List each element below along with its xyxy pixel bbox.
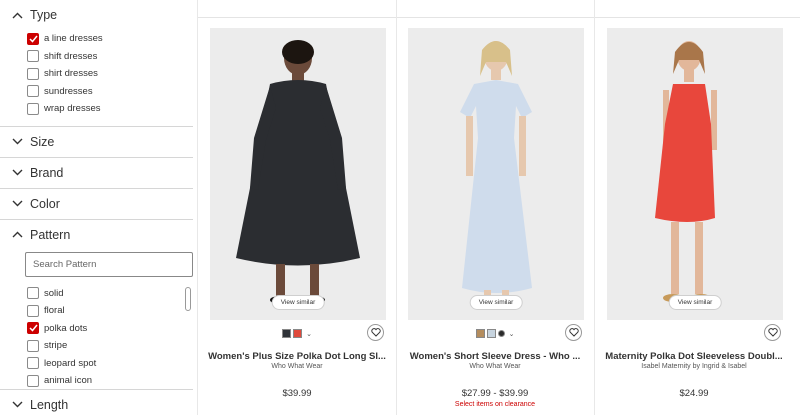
product-card[interactable]: View similar ⌄ Women's Short Sleeve Dres… (396, 18, 594, 415)
chevron-up-icon (10, 8, 24, 22)
option-label: shirt dresses (44, 68, 98, 80)
heart-icon[interactable] (565, 324, 582, 341)
checkmark-icon (28, 35, 38, 43)
filter-option-sundresses[interactable]: sundresses (0, 83, 193, 101)
checkbox-checked[interactable] (27, 32, 39, 45)
checkbox[interactable] (27, 67, 39, 80)
filter-option-solid[interactable]: solid (0, 285, 193, 303)
filter-header-color[interactable]: Color (0, 189, 193, 219)
chevron-down-icon (10, 135, 24, 149)
product-card[interactable]: View similar Maternity Polka Dot Sleevel… (595, 18, 793, 415)
checkbox-checked[interactable] (27, 322, 39, 335)
swatch-leopard[interactable] (475, 329, 485, 338)
chevron-up-icon (10, 228, 24, 242)
checkbox[interactable] (27, 304, 39, 317)
filter-title: Color (30, 196, 60, 211)
model-figure (460, 41, 532, 304)
product-title[interactable]: Women's Short Sleeve Dress - Who ... (404, 351, 586, 362)
filter-title: Type (30, 8, 58, 22)
filter-title: Size (30, 134, 55, 149)
option-label: solid (44, 287, 64, 299)
filter-option-shirt-dresses[interactable]: shirt dresses (0, 65, 193, 83)
product-brand: Who What Wear (469, 363, 521, 370)
filter-section-pattern: Pattern solid floral polka dots stripe (0, 220, 193, 390)
filter-option-animal-icon[interactable]: animal icon (0, 372, 193, 389)
checkbox[interactable] (27, 85, 39, 98)
filter-section-type: Type a line dresses shift dresses shirt … (0, 0, 193, 127)
filter-section-color: Color (0, 189, 193, 220)
chevron-down-icon (10, 197, 24, 211)
filter-option-polka-dots[interactable]: polka dots (0, 320, 193, 338)
filter-option-a-line-dresses[interactable]: a line dresses (0, 30, 193, 48)
checkbox[interactable] (27, 357, 39, 370)
product-price: $27.99 - $39.99 (461, 388, 529, 399)
swatch-blue[interactable] (486, 329, 496, 338)
filter-header-pattern[interactable]: Pattern (0, 220, 193, 250)
product-image[interactable]: View similar (210, 28, 386, 320)
product-title[interactable]: Maternity Polka Dot Sleeveless Doubl... (603, 351, 785, 362)
view-similar-button[interactable]: View similar (271, 295, 325, 310)
product-brand: Who What Wear (271, 363, 323, 370)
heart-icon[interactable] (367, 324, 384, 341)
checkbox[interactable] (27, 339, 39, 352)
option-label: stripe (44, 340, 68, 352)
product-title[interactable]: Women's Plus Size Polka Dot Long Sl... (206, 351, 388, 362)
option-label: animal icon (44, 375, 93, 387)
option-label: a line dresses (44, 33, 103, 45)
option-label: wrap dresses (44, 103, 101, 115)
filter-title: Brand (30, 165, 64, 180)
view-similar-button[interactable]: View similar (469, 295, 523, 310)
product-brand: Isabel Maternity by Ingrid & Isabel (641, 363, 747, 370)
checkbox[interactable] (27, 374, 39, 387)
option-label: floral (44, 305, 65, 317)
filter-sidebar: Type a line dresses shift dresses shirt … (0, 0, 193, 415)
option-label: shift dresses (44, 50, 98, 62)
chevron-down-icon[interactable]: ⌄ (306, 330, 312, 338)
swatch-red[interactable] (293, 329, 303, 338)
chevron-down-icon (10, 398, 24, 412)
clearance-label: Select items on clearance (454, 401, 536, 408)
checkbox[interactable] (27, 287, 39, 300)
option-label: polka dots (44, 322, 88, 334)
view-similar-button[interactable]: View similar (668, 295, 722, 310)
chevron-down-icon[interactable]: ⌄ (509, 330, 515, 338)
model-figure (655, 41, 717, 302)
checkmark-icon (28, 324, 38, 332)
product-image[interactable]: View similar (607, 28, 783, 320)
product-price: $24.99 (679, 388, 709, 399)
checkbox[interactable] (27, 102, 39, 115)
filter-header-length[interactable]: Length (0, 390, 193, 415)
checkbox[interactable] (27, 50, 39, 63)
type-options: a line dresses shift dresses shirt dress… (0, 30, 193, 126)
pattern-search-input[interactable] (25, 251, 193, 277)
chevron-down-icon (10, 166, 24, 180)
product-card[interactable]: View similar ⌄ Women's Plus Size Polka D… (198, 18, 396, 415)
filter-option-stripe[interactable]: stripe (0, 337, 193, 355)
filter-option-leopard-spot[interactable]: leopard spot (0, 355, 193, 373)
filter-header-brand[interactable]: Brand (0, 158, 193, 188)
filter-header-size[interactable]: Size (0, 127, 193, 157)
product-price: $39.99 (282, 388, 312, 399)
heart-icon[interactable] (764, 324, 781, 341)
filter-option-floral[interactable]: floral (0, 302, 193, 320)
scrollbar-thumb[interactable] (185, 286, 191, 311)
product-image[interactable]: View similar (408, 28, 584, 320)
pattern-options: solid floral polka dots stripe leopard s… (0, 285, 193, 389)
filter-section-size: Size (0, 127, 193, 158)
more-colors-icon[interactable] (497, 330, 505, 337)
product-grid: View similar ⌄ Women's Plus Size Polka D… (197, 0, 800, 415)
option-label: leopard spot (44, 357, 97, 369)
filter-section-length: Length (0, 390, 193, 415)
filter-title: Length (30, 397, 69, 412)
option-label: sundresses (44, 85, 93, 97)
filter-header-type[interactable]: Type (0, 0, 193, 30)
pattern-scrollbar[interactable] (185, 286, 191, 387)
filter-section-brand: Brand (0, 158, 193, 189)
filter-option-shift-dresses[interactable]: shift dresses (0, 48, 193, 66)
filter-option-wrap-dresses[interactable]: wrap dresses (0, 100, 193, 118)
swatch-dark[interactable] (282, 329, 292, 338)
filter-title: Pattern (30, 227, 71, 242)
model-figure (236, 40, 360, 304)
